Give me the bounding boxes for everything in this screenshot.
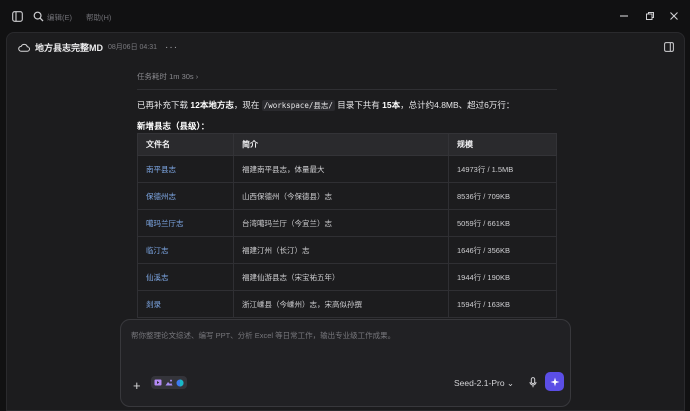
file-link[interactable]: 仙溪志 bbox=[137, 263, 234, 291]
minimize-icon[interactable] bbox=[617, 9, 631, 23]
summary-path: /workspace/县志/ bbox=[261, 100, 335, 111]
gazetteer-table: 文件名 简介 规模 南平县志 福建南平县志，体量最大 14973行 / 1.5M… bbox=[137, 133, 557, 318]
table-cell-size: 1646行 / 356KB bbox=[448, 236, 557, 264]
restore-icon[interactable] bbox=[643, 9, 657, 23]
video-icon bbox=[154, 379, 162, 386]
message-content: 任务耗时 1m 30s › 已再补充下载 12本地方志，现在 /workspac… bbox=[137, 71, 557, 132]
summary-count-total: 15本 bbox=[382, 100, 401, 110]
table-cell-size: 1594行 / 163KB bbox=[448, 290, 557, 318]
table-header-row: 文件名 简介 规模 bbox=[137, 133, 557, 156]
table-row: 剡录 浙江嵊县（今嵊州）志，宋高似孙撰 1594行 / 163KB bbox=[137, 290, 557, 318]
message-composer[interactable]: 帮你整理论文综述、编写 PPT、分析 Excel 等日常工作，输出专业级工作成果… bbox=[120, 319, 571, 407]
cloud-icon bbox=[18, 43, 30, 52]
add-attachment-icon[interactable]: + bbox=[133, 378, 141, 393]
close-icon[interactable] bbox=[667, 9, 681, 23]
summary-prefix: 已再补充下载 bbox=[137, 100, 191, 110]
chat-panel: 地方县志完整MD 08月06日 04:31 ··· 任务耗时 1m 30s › … bbox=[6, 32, 685, 411]
summary-mid2: 目录下共有 bbox=[334, 100, 383, 110]
table-cell-size: 1944行 / 190KB bbox=[448, 263, 557, 291]
doc-title[interactable]: 地方县志完整MD bbox=[35, 41, 103, 54]
task-elapsed-link[interactable]: 任务耗时 1m 30s › bbox=[137, 71, 557, 83]
table-row: 噶玛兰厅志 台湾噶玛兰厅（今宜兰）志 5059行 / 661KB bbox=[137, 209, 557, 237]
table-cell-description: 山西保德州（今保德县）志 bbox=[233, 182, 449, 210]
column-header-description: 简介 bbox=[233, 133, 449, 156]
table-row: 南平县志 福建南平县志，体量最大 14973行 / 1.5MB bbox=[137, 155, 557, 183]
image-icon bbox=[165, 379, 173, 386]
divider bbox=[137, 89, 557, 90]
table-cell-description: 台湾噶玛兰厅（今宜兰）志 bbox=[233, 209, 449, 237]
summary-count-new: 12本地方志 bbox=[190, 100, 234, 110]
table-row: 临汀志 福建汀州（长汀）志 1646行 / 356KB bbox=[137, 236, 557, 264]
composer-placeholder[interactable]: 帮你整理论文综述、编写 PPT、分析 Excel 等日常工作，输出专业级工作成果… bbox=[131, 330, 395, 341]
summary-suffix: ，总计约4.8MB、超过6万行： bbox=[400, 100, 515, 110]
file-link[interactable]: 剡录 bbox=[137, 290, 234, 318]
file-link[interactable]: 临汀志 bbox=[137, 236, 234, 264]
sidebar-toggle-icon[interactable] bbox=[10, 9, 24, 23]
search-icon[interactable] bbox=[31, 9, 45, 23]
send-button[interactable] bbox=[545, 372, 564, 391]
file-link[interactable]: 南平县志 bbox=[137, 155, 234, 183]
subheading: 新增县志（县级）： bbox=[137, 121, 210, 131]
more-options-icon[interactable]: ··· bbox=[165, 42, 178, 53]
doc-timestamp: 08月06日 04:31 bbox=[108, 44, 158, 51]
menu-help[interactable]: 帮助(H) bbox=[86, 12, 111, 23]
tools-button[interactable] bbox=[151, 376, 187, 389]
file-link[interactable]: 噶玛兰厅志 bbox=[137, 209, 234, 237]
model-selector[interactable]: Seed-2.1-Pro ⌄ bbox=[454, 378, 514, 389]
table-row: 仙溪志 福建仙游县志（宋宝祐五年） 1944行 / 190KB bbox=[137, 263, 557, 291]
menu-edit[interactable]: 编辑(E) bbox=[47, 12, 72, 23]
globe-icon bbox=[176, 379, 184, 387]
table-cell-size: 5059行 / 661KB bbox=[448, 209, 557, 237]
column-header-filename: 文件名 bbox=[137, 133, 234, 156]
table-cell-size: 8536行 / 709KB bbox=[448, 182, 557, 210]
summary-mid: ，现在 bbox=[233, 100, 262, 110]
table-cell-size: 14973行 / 1.5MB bbox=[448, 155, 557, 183]
table-cell-description: 福建汀州（长汀）志 bbox=[233, 236, 449, 264]
sparkle-send-icon bbox=[550, 377, 559, 386]
table-cell-description: 福建南平县志，体量最大 bbox=[233, 155, 449, 183]
table-cell-description: 福建仙游县志（宋宝祐五年） bbox=[233, 263, 449, 291]
microphone-icon[interactable] bbox=[529, 377, 537, 388]
table-cell-description: 浙江嵊县（今嵊州）志，宋高似孙撰 bbox=[233, 290, 449, 318]
column-header-size: 规模 bbox=[448, 133, 557, 156]
side-panel-icon[interactable] bbox=[664, 42, 674, 52]
summary-text: 已再补充下载 12本地方志，现在 /workspace/县志/ 目录下共有 15… bbox=[137, 99, 557, 111]
title-bar: 编辑(E) 帮助(H) bbox=[0, 0, 690, 32]
doc-header: 地方县志完整MD 08月06日 04:31 ··· bbox=[7, 33, 684, 61]
table-row: 保德州志 山西保德州（今保德县）志 8536行 / 709KB bbox=[137, 182, 557, 210]
file-link[interactable]: 保德州志 bbox=[137, 182, 234, 210]
